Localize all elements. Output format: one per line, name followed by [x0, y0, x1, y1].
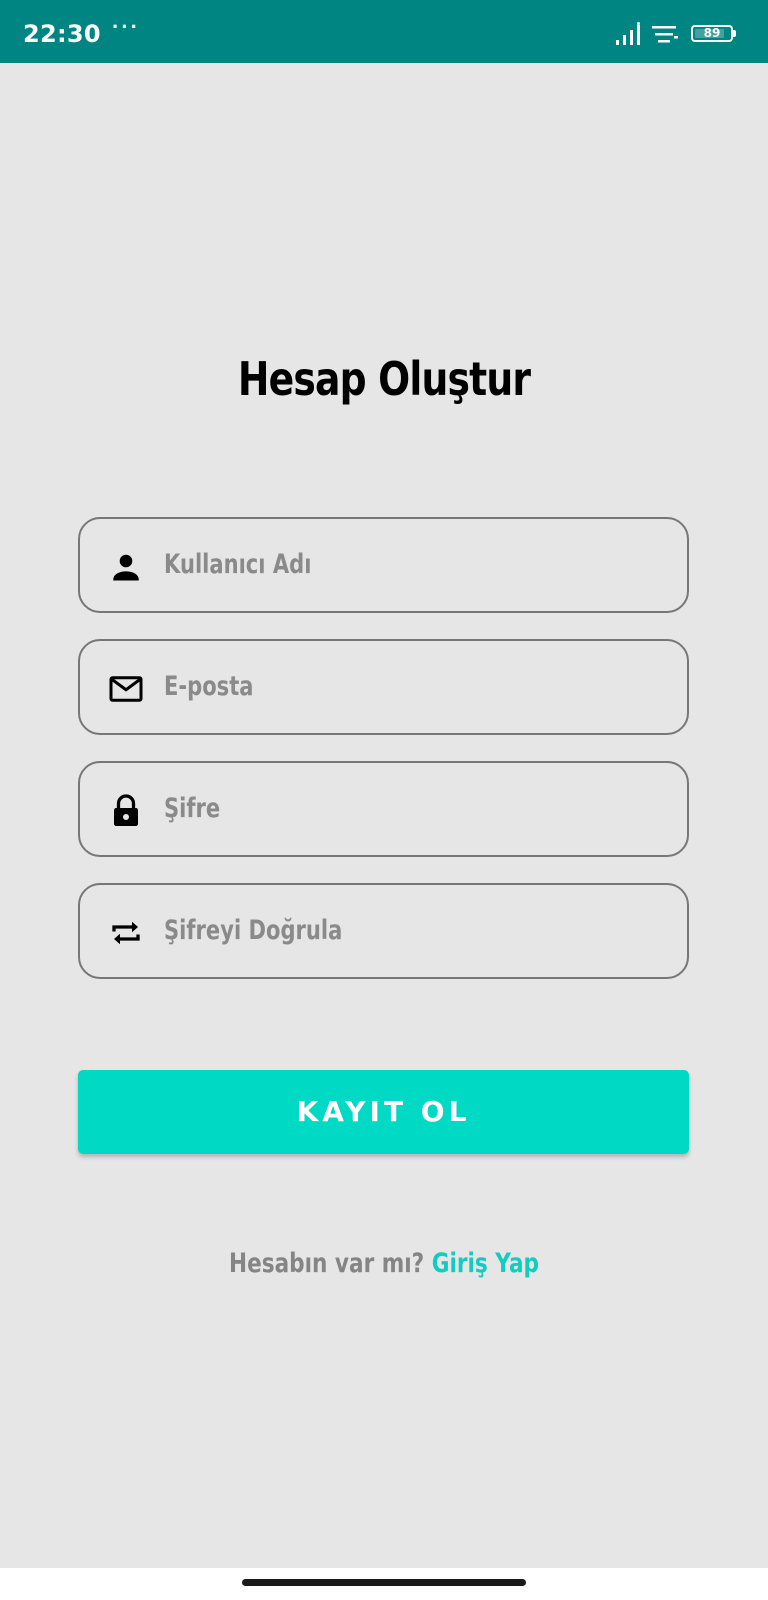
notification-dots: ···	[112, 14, 140, 39]
wifi-icon	[652, 26, 678, 43]
status-bar: 22:30 ··· 89	[0, 0, 768, 63]
username-field[interactable]: Kullanıcı Adı	[78, 517, 689, 613]
mail-icon	[109, 676, 143, 702]
login-question: Hesabın var mı?	[228, 1248, 425, 1279]
register-button[interactable]: KAYIT OL	[78, 1070, 689, 1154]
password-field[interactable]: Şifre	[78, 761, 689, 857]
battery-level: 89	[703, 26, 721, 40]
lock-icon	[114, 794, 138, 826]
battery-icon: 89	[691, 25, 733, 42]
page-title: Hesap Oluştur	[237, 352, 531, 406]
password-placeholder: Şifre	[164, 793, 221, 824]
battery-tip	[733, 30, 736, 37]
status-time: 22:30	[23, 20, 101, 48]
email-placeholder: E-posta	[164, 671, 254, 702]
confirm-password-placeholder: Şifreyi Doğrula	[164, 915, 343, 946]
confirm-password-field[interactable]: Şifreyi Doğrula	[78, 883, 689, 979]
login-prompt: Hesabın var mı? Giriş Yap	[77, 1248, 691, 1279]
person-icon	[113, 554, 139, 581]
signal-icon	[616, 22, 640, 45]
repeat-icon	[112, 921, 140, 945]
email-field[interactable]: E-posta	[78, 639, 689, 735]
login-link[interactable]: Giriş Yap	[432, 1248, 539, 1279]
home-indicator[interactable]	[242, 1579, 526, 1586]
username-placeholder: Kullanıcı Adı	[164, 549, 312, 580]
